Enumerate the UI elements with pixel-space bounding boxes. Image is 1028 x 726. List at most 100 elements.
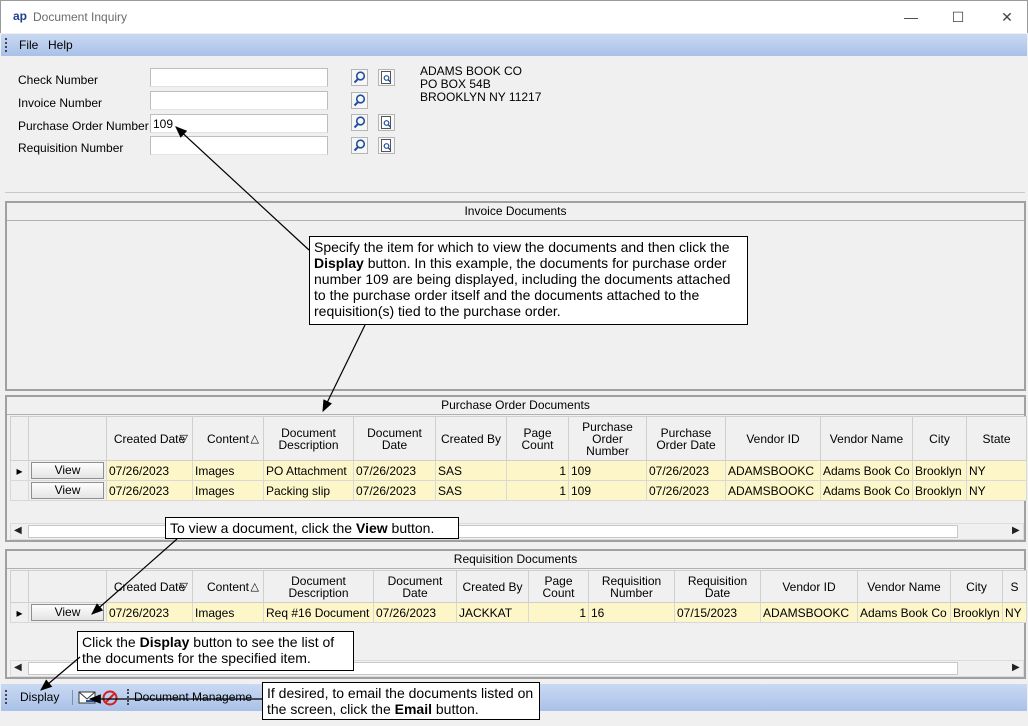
cell-vendor-id: ADAMSBOOKC bbox=[725, 480, 821, 501]
col-created-date[interactable]: Created Date ▽ bbox=[106, 416, 193, 461]
po-documents-grid: Created Date ▽ Content △ Document Descript… bbox=[10, 416, 1027, 501]
document-management-tab[interactable]: Document Manageme bbox=[134, 690, 252, 704]
menu-bar: File Help bbox=[1, 34, 1027, 56]
col-vendor-id[interactable]: Vendor ID bbox=[760, 570, 858, 603]
col-page-count[interactable]: Page Count bbox=[506, 416, 569, 461]
search-icon bbox=[353, 71, 366, 84]
grip-icon bbox=[127, 689, 129, 705]
cell-vendor-name: Adams Book Co bbox=[857, 602, 951, 623]
col-po-number[interactable]: Purchase Order Number bbox=[568, 416, 647, 461]
scroll-right-icon[interactable]: ▶ bbox=[1012, 525, 1020, 536]
document-lookup-icon bbox=[381, 71, 391, 84]
col-city[interactable]: City bbox=[912, 416, 967, 461]
col-document-date[interactable]: Document Date bbox=[353, 416, 436, 461]
requisition-search-button[interactable] bbox=[351, 137, 368, 154]
table-row[interactable]: ▸ View 07/26/2023 Images PO Attachment 0… bbox=[10, 460, 1027, 481]
col-content[interactable]: Content △ bbox=[192, 570, 264, 603]
cell-state: NY bbox=[1002, 602, 1027, 623]
scroll-left-icon[interactable]: ◀ bbox=[14, 662, 22, 673]
invoice-search-button[interactable] bbox=[351, 92, 368, 109]
window-title: Document Inquiry bbox=[33, 10, 128, 24]
check-search-button[interactable] bbox=[351, 69, 368, 86]
po-number-input[interactable]: 109 bbox=[150, 114, 328, 133]
table-row[interactable]: View 07/26/2023 Images Packing slip 07/2… bbox=[10, 480, 1027, 501]
col-vendor-id[interactable]: Vendor ID bbox=[725, 416, 821, 461]
col-created-by[interactable]: Created By bbox=[456, 570, 529, 603]
cell-page-count: 1 bbox=[506, 460, 569, 481]
cell-content: Images bbox=[192, 602, 264, 623]
cell-page-count: 1 bbox=[506, 480, 569, 501]
row-selector-header bbox=[10, 416, 29, 461]
cell-document-date: 07/26/2023 bbox=[373, 602, 457, 623]
grip-icon bbox=[5, 38, 8, 52]
vendor-city-line: BROOKLYN NY 11217 bbox=[420, 90, 542, 104]
scroll-left-icon[interactable]: ◀ bbox=[14, 525, 22, 536]
maximize-button[interactable]: ☐ bbox=[946, 7, 970, 27]
sort-ascending-icon: △ bbox=[250, 432, 259, 445]
col-state[interactable]: State bbox=[966, 416, 1027, 461]
button-column-header bbox=[28, 570, 107, 603]
requisition-lookup-button[interactable] bbox=[378, 137, 395, 154]
po-horizontal-scrollbar[interactable]: ◀ ▶ bbox=[10, 523, 1024, 540]
cell-description: PO Attachment bbox=[263, 460, 354, 481]
grip-icon bbox=[5, 690, 8, 704]
menu-help[interactable]: Help bbox=[48, 38, 73, 52]
col-vendor-name[interactable]: Vendor Name bbox=[820, 416, 913, 461]
cell-document-date: 07/26/2023 bbox=[353, 480, 436, 501]
col-created-date[interactable]: Created Date ▽ bbox=[106, 570, 193, 603]
check-number-input[interactable] bbox=[150, 68, 328, 87]
scroll-right-icon[interactable]: ▶ bbox=[1012, 662, 1020, 673]
col-po-date[interactable]: Purchase Order Date bbox=[646, 416, 726, 461]
search-icon bbox=[353, 94, 366, 107]
view-button[interactable]: View bbox=[31, 462, 104, 479]
view-button[interactable]: View bbox=[31, 482, 104, 499]
callout-view-button: To view a document, click the View butto… bbox=[165, 517, 459, 539]
menu-file[interactable]: File bbox=[19, 38, 38, 52]
cell-po-date: 07/26/2023 bbox=[646, 480, 726, 501]
col-requisition-date[interactable]: Requisition Date bbox=[674, 570, 761, 603]
callout-email-button: If desired, to email the documents liste… bbox=[262, 682, 540, 720]
req-header-row: Created Date ▽ Content △ Document Descript… bbox=[10, 570, 1027, 603]
title-bar: ap Document Inquiry — ☐ ✕ bbox=[0, 0, 1028, 33]
col-state[interactable]: S bbox=[1002, 570, 1027, 603]
check-lookup-button[interactable] bbox=[378, 69, 395, 86]
email-button[interactable] bbox=[78, 689, 122, 710]
display-button[interactable]: Display bbox=[15, 689, 64, 705]
minimize-button[interactable]: — bbox=[899, 7, 923, 27]
cell-created-by: JACKKAT bbox=[456, 602, 529, 623]
row-selector-header bbox=[10, 570, 29, 603]
cell-created-date: 07/26/2023 bbox=[106, 480, 193, 501]
po-lookup-button[interactable] bbox=[378, 114, 395, 131]
close-button[interactable]: ✕ bbox=[995, 7, 1019, 27]
cell-city: Brooklyn bbox=[912, 460, 967, 481]
cell-requisition-number: 16 bbox=[588, 602, 675, 623]
requisition-documents-grid: Created Date ▽ Content △ Document Descript… bbox=[10, 570, 1027, 623]
col-document-description[interactable]: Document Description bbox=[263, 570, 374, 603]
po-search-button[interactable] bbox=[351, 114, 368, 131]
current-row-indicator-icon: ▸ bbox=[10, 602, 29, 623]
po-documents-title: Purchase Order Documents bbox=[7, 397, 1024, 415]
view-button[interactable]: View bbox=[31, 604, 104, 621]
col-city[interactable]: City bbox=[950, 570, 1003, 603]
invoice-number-input[interactable] bbox=[150, 91, 328, 110]
requisition-number-input[interactable] bbox=[150, 136, 328, 155]
cell-po-number: 109 bbox=[568, 480, 647, 501]
col-requisition-number[interactable]: Requisition Number bbox=[588, 570, 675, 603]
invoice-documents-title: Invoice Documents bbox=[7, 203, 1024, 221]
col-page-count[interactable]: Page Count bbox=[528, 570, 589, 603]
po-number-label: Purchase Order Number bbox=[18, 119, 149, 133]
col-vendor-name[interactable]: Vendor Name bbox=[857, 570, 951, 603]
col-document-date[interactable]: Document Date bbox=[373, 570, 457, 603]
table-row[interactable]: ▸ View 07/26/2023 Images Req #16 Documen… bbox=[10, 602, 1027, 623]
cell-created-by: SAS bbox=[435, 460, 507, 481]
sort-descending-icon: ▽ bbox=[179, 432, 188, 445]
callout-display-button: Click the Display button to see the list… bbox=[77, 631, 354, 671]
requisition-documents-title: Requisition Documents bbox=[7, 551, 1024, 569]
cell-po-number: 109 bbox=[568, 460, 647, 481]
col-content[interactable]: Content △ bbox=[192, 416, 264, 461]
col-document-description[interactable]: Document Description bbox=[263, 416, 354, 461]
current-row-indicator-icon: ▸ bbox=[10, 460, 29, 481]
col-created-by[interactable]: Created By bbox=[435, 416, 507, 461]
divider bbox=[5, 192, 1025, 193]
cell-vendor-id: ADAMSBOOKC bbox=[725, 460, 821, 481]
